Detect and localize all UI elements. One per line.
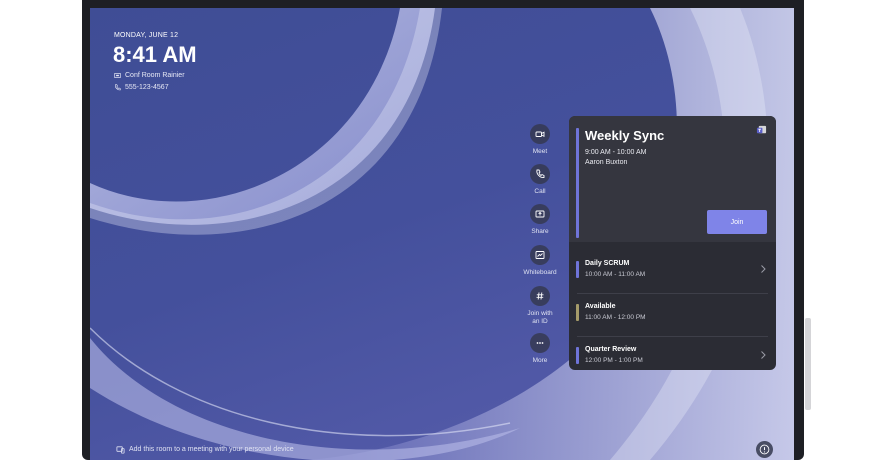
- agenda-item-daily-scrum[interactable]: Daily SCRUM 10:00 AM - 11:00 AM: [569, 251, 776, 293]
- call-label: Call: [534, 188, 546, 195]
- more-button[interactable]: More: [510, 333, 570, 365]
- meeting-time: 9:00 AM - 10:00 AM: [585, 149, 647, 156]
- room-icon: [114, 73, 121, 78]
- agenda-time: 11:00 AM - 12:00 PM: [585, 314, 646, 321]
- phone-icon: [114, 84, 121, 91]
- chevron-right-icon: [761, 351, 766, 359]
- join-with-id-label-line2: an ID: [532, 318, 548, 325]
- meet-label: Meet: [532, 148, 548, 155]
- teams-room-screen: MONDAY, JUNE 12 8:41 AM Conf Room Rainie…: [90, 8, 794, 460]
- agenda-accent-bar: [576, 261, 579, 278]
- more-icon: [536, 342, 544, 344]
- room-name: Conf Room Rainier: [125, 72, 185, 79]
- teams-icon: [756, 125, 767, 134]
- agenda-title: Quarter Review: [585, 346, 637, 353]
- agenda-accent-bar: [576, 304, 579, 321]
- join-button[interactable]: Join: [707, 210, 767, 234]
- agenda-accent-bar: [576, 347, 579, 364]
- current-time: 8:41 AM: [113, 42, 197, 67]
- chevron-right-icon: [761, 265, 766, 273]
- cast-device-icon: [116, 446, 125, 454]
- help-button[interactable]: [756, 441, 773, 458]
- agenda-title: Daily SCRUM: [585, 260, 630, 267]
- meet-button[interactable]: Meet: [510, 124, 570, 156]
- device-side-stand: [805, 318, 811, 410]
- share-label: Share: [531, 228, 549, 235]
- meetings-panel: Weekly Sync 9:00 AM - 10:00 AM Aaron Bux…: [569, 116, 776, 370]
- agenda-item-available: Available 11:00 AM - 12:00 PM: [569, 294, 776, 336]
- call-button[interactable]: Call: [510, 164, 570, 196]
- whiteboard-label: Whiteboard: [523, 269, 557, 276]
- more-label: More: [532, 357, 548, 364]
- share-button[interactable]: Share: [510, 204, 570, 236]
- hashtag-icon: [536, 292, 544, 300]
- meeting-accent-bar: [576, 128, 579, 238]
- cast-device-hint[interactable]: Add this room to a meeting with your per…: [116, 445, 294, 454]
- meeting-organizer: Aaron Buxton: [585, 159, 628, 166]
- whiteboard-icon: [535, 251, 545, 259]
- room-phone-row: 555-123-4567: [114, 84, 169, 91]
- share-screen-icon: [535, 210, 545, 218]
- cast-device-text: Add this room to a meeting with your per…: [129, 446, 294, 453]
- agenda-time: 10:00 AM - 11:00 AM: [585, 271, 646, 278]
- join-with-id-button[interactable]: Join with an ID: [510, 286, 570, 326]
- join-with-id-label: Join with an ID: [527, 310, 552, 326]
- phone-icon: [536, 169, 545, 178]
- current-meeting-card[interactable]: Weekly Sync 9:00 AM - 10:00 AM Aaron Bux…: [569, 116, 776, 242]
- agenda-item-quarter-review[interactable]: Quarter Review 12:00 PM - 1:00 PM: [569, 337, 776, 370]
- video-icon: [535, 131, 545, 138]
- join-with-id-label-line1: Join with: [527, 310, 553, 317]
- help-icon: [759, 444, 770, 455]
- current-date: MONDAY, JUNE 12: [114, 32, 179, 39]
- agenda-time: 12:00 PM - 1:00 PM: [585, 357, 643, 364]
- whiteboard-button[interactable]: Whiteboard: [510, 245, 570, 277]
- agenda-title: Available: [585, 303, 616, 310]
- room-name-row: Conf Room Rainier: [114, 72, 185, 79]
- room-phone: 555-123-4567: [125, 84, 169, 91]
- meeting-title: Weekly Sync: [585, 128, 665, 143]
